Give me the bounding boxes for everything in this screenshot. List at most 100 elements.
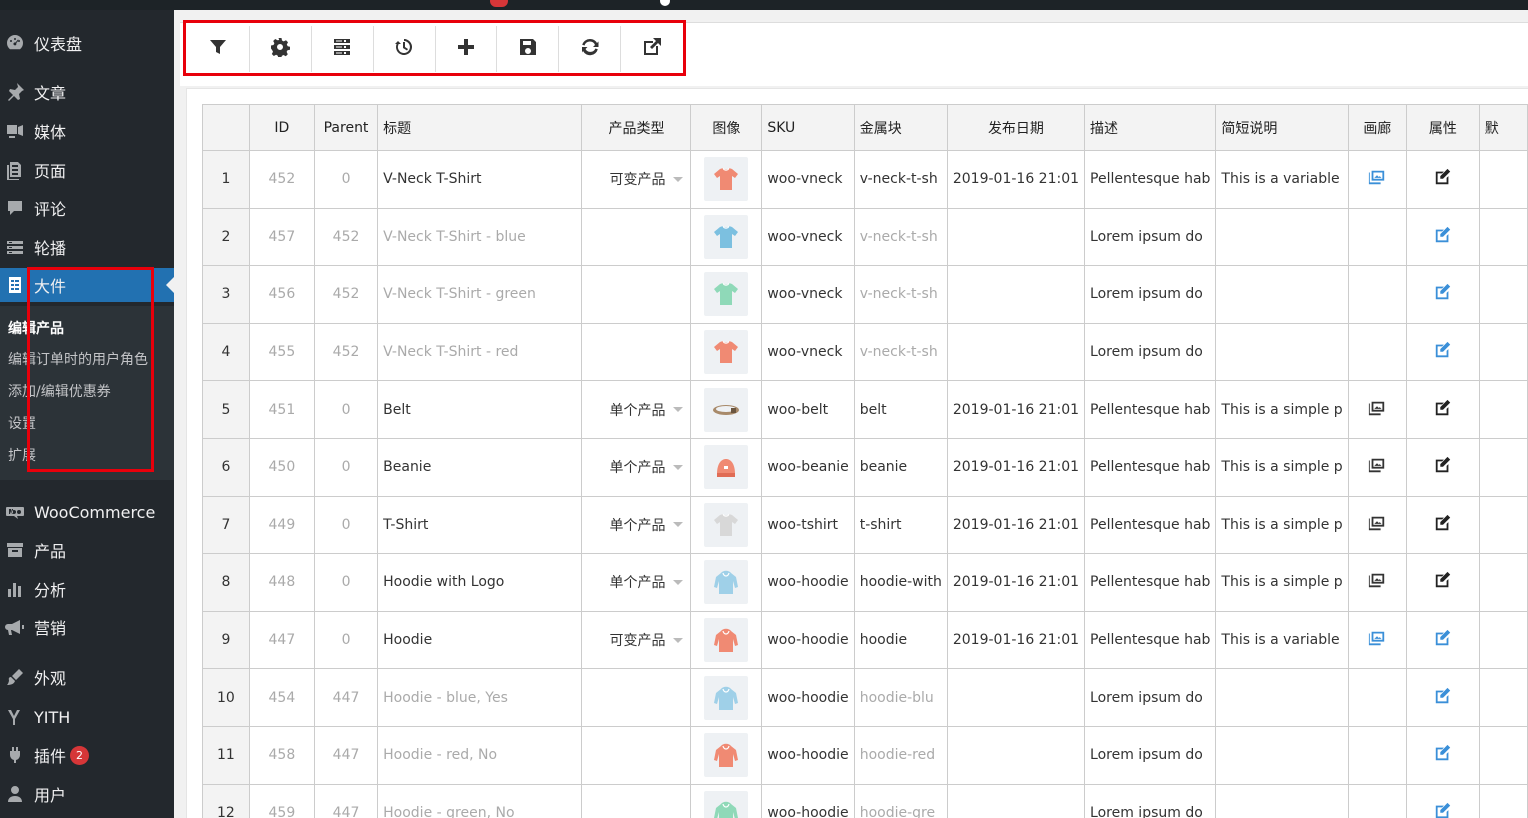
- date-cell[interactable]: [946, 668, 1086, 727]
- short-description-cell[interactable]: [1215, 783, 1349, 818]
- gallery-icon[interactable]: [1368, 456, 1386, 474]
- gallery-cell[interactable]: [1347, 668, 1407, 727]
- notification-badge[interactable]: [490, 0, 508, 7]
- short-description-cell[interactable]: This is a simple p: [1215, 380, 1349, 439]
- attributes-cell[interactable]: [1405, 725, 1480, 785]
- column-header-4[interactable]: 产品类型: [581, 104, 692, 151]
- gallery-cell[interactable]: [1347, 207, 1407, 267]
- slug-cell[interactable]: hoodie: [853, 610, 948, 670]
- parent-cell[interactable]: 447: [313, 783, 379, 818]
- column-header-1[interactable]: ID: [248, 104, 315, 151]
- date-cell[interactable]: 2019-01-16 21:01: [946, 553, 1086, 612]
- product-type-cell[interactable]: [581, 265, 692, 324]
- product-thumbnail[interactable]: [704, 330, 749, 375]
- gallery-cell[interactable]: [1347, 150, 1407, 209]
- sku-cell[interactable]: woo-hoodie: [761, 553, 855, 612]
- attributes-cell[interactable]: [1405, 322, 1480, 382]
- description-cell[interactable]: Lorem ipsum do: [1084, 668, 1217, 727]
- description-cell[interactable]: Pellentesque hab: [1084, 553, 1217, 612]
- sidebar-item-3[interactable]: 页面: [0, 153, 174, 187]
- sku-cell[interactable]: woo-vneck: [761, 322, 855, 382]
- sidebar-item-1[interactable]: 文章: [0, 75, 174, 109]
- attributes-cell[interactable]: [1405, 668, 1480, 727]
- title-cell[interactable]: Hoodie: [377, 610, 583, 670]
- title-cell[interactable]: V-Neck T-Shirt - red: [377, 322, 583, 382]
- default-cell[interactable]: [1478, 265, 1528, 324]
- default-cell[interactable]: [1478, 437, 1528, 497]
- slug-cell[interactable]: hoodie-with: [853, 553, 948, 612]
- column-header-0[interactable]: [202, 104, 250, 151]
- parent-cell[interactable]: 452: [313, 207, 379, 267]
- table-row[interactable]: 8 448 0 Hoodie with Logo 单个产品 woo-hoodie hoodi…: [202, 553, 1528, 612]
- table-row[interactable]: 5 451 0 Belt 单个产品 woo-belt belt 2019-01-16 21:0…: [202, 380, 1528, 439]
- history-button[interactable]: [373, 26, 436, 72]
- attributes-cell[interactable]: [1405, 437, 1480, 497]
- title-cell[interactable]: T-Shirt: [377, 495, 583, 555]
- date-cell[interactable]: 2019-01-16 21:01: [946, 610, 1086, 670]
- title-cell[interactable]: Hoodie - green, No: [377, 783, 583, 818]
- sidebar-item-13[interactable]: 插件 2: [0, 738, 174, 772]
- edit-icon[interactable]: [1434, 802, 1452, 818]
- image-cell[interactable]: [690, 207, 763, 267]
- id-cell[interactable]: 459: [248, 783, 315, 818]
- slug-cell[interactable]: v-neck-t-sh: [853, 322, 948, 382]
- gallery-cell[interactable]: [1347, 725, 1407, 785]
- column-header-7[interactable]: 金属块: [853, 104, 948, 151]
- table-row[interactable]: 9 447 0 Hoodie 可变产品 woo-hoodie hoodie 2019-01-1…: [202, 610, 1528, 670]
- product-type-cell[interactable]: [581, 322, 692, 382]
- product-type-cell[interactable]: 单个产品: [581, 380, 692, 439]
- sidebar-item-10[interactable]: 营销: [0, 610, 174, 644]
- description-cell[interactable]: Pellentesque hab: [1084, 437, 1217, 497]
- parent-cell[interactable]: 0: [313, 380, 379, 439]
- short-description-cell[interactable]: [1215, 668, 1349, 727]
- column-header-11[interactable]: 画廊: [1347, 104, 1407, 151]
- sidebar-item-8[interactable]: 产品: [0, 533, 174, 567]
- default-cell[interactable]: [1478, 322, 1528, 382]
- image-cell[interactable]: [690, 437, 763, 497]
- id-cell[interactable]: 449: [248, 495, 315, 555]
- column-header-10[interactable]: 简短说明: [1215, 104, 1349, 151]
- column-header-8[interactable]: 发布日期: [946, 104, 1086, 151]
- id-cell[interactable]: 455: [248, 322, 315, 382]
- settings-button[interactable]: [249, 26, 312, 72]
- default-cell[interactable]: [1478, 150, 1528, 209]
- short-description-cell[interactable]: [1215, 265, 1349, 324]
- edit-icon[interactable]: [1434, 341, 1452, 359]
- short-description-cell[interactable]: This is a simple p: [1215, 437, 1349, 497]
- product-type-cell[interactable]: 可变产品: [581, 150, 692, 209]
- parent-cell[interactable]: 0: [313, 610, 379, 670]
- table-row[interactable]: 11 458 447 Hoodie - red, No woo-hoodie hoodie…: [202, 725, 1528, 785]
- product-thumbnail[interactable]: [704, 157, 749, 202]
- image-cell[interactable]: [690, 150, 763, 209]
- gallery-icon[interactable]: [1368, 629, 1386, 647]
- refresh-button[interactable]: [559, 26, 622, 72]
- sidebar-item-2[interactable]: 媒体: [0, 114, 174, 148]
- sidebar-item-9[interactable]: 分析: [0, 572, 174, 606]
- product-thumbnail[interactable]: [704, 445, 749, 490]
- column-header-6[interactable]: SKU: [761, 104, 855, 151]
- title-cell[interactable]: Hoodie - red, No: [377, 725, 583, 785]
- submenu-item-4[interactable]: 扩展: [8, 445, 36, 465]
- id-cell[interactable]: 456: [248, 265, 315, 324]
- short-description-cell[interactable]: [1215, 322, 1349, 382]
- sidebar-item-5[interactable]: 轮播: [0, 230, 174, 264]
- column-header-3[interactable]: 标题: [377, 104, 583, 151]
- sku-cell[interactable]: woo-hoodie: [761, 668, 855, 727]
- description-cell[interactable]: Lorem ipsum do: [1084, 265, 1217, 324]
- product-thumbnail[interactable]: [704, 502, 749, 547]
- product-type-cell[interactable]: [581, 783, 692, 818]
- attributes-cell[interactable]: [1405, 150, 1480, 209]
- attributes-cell[interactable]: [1405, 265, 1480, 324]
- product-thumbnail[interactable]: [704, 272, 749, 317]
- gallery-cell[interactable]: [1347, 553, 1407, 612]
- sidebar-item-14[interactable]: 用户: [0, 777, 174, 811]
- sidebar-item-12[interactable]: YITH: [0, 700, 174, 734]
- attributes-cell[interactable]: [1405, 207, 1480, 267]
- description-cell[interactable]: Pellentesque hab: [1084, 495, 1217, 555]
- sku-cell[interactable]: woo-beanie: [761, 437, 855, 497]
- edit-icon[interactable]: [1434, 168, 1452, 186]
- id-cell[interactable]: 458: [248, 725, 315, 785]
- sidebar-item-11[interactable]: 外观: [0, 660, 174, 694]
- slug-cell[interactable]: hoodie-gre: [853, 783, 948, 818]
- default-cell[interactable]: [1478, 495, 1528, 555]
